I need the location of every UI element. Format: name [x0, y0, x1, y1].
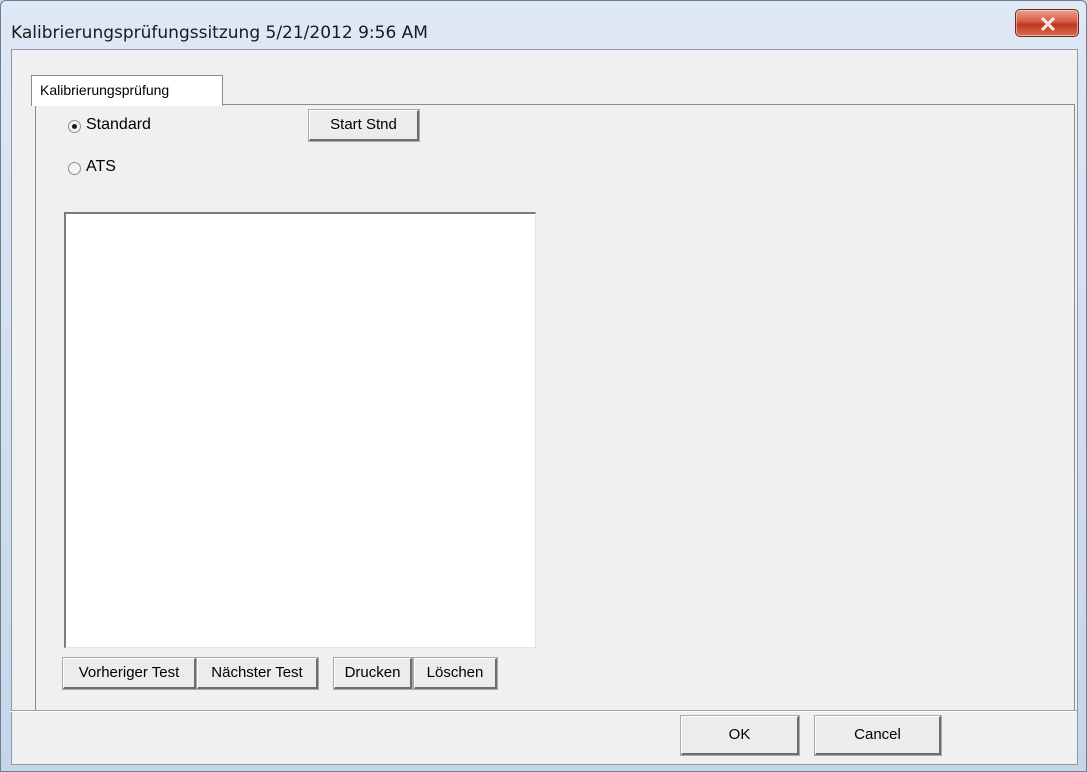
radio-ats[interactable]: [68, 162, 81, 175]
window-title: Kalibrierungsprüfungssitzung 5/21/2012 9…: [11, 23, 428, 43]
previous-test-button[interactable]: Vorheriger Test: [63, 658, 196, 689]
radio-selected-dot: [72, 124, 77, 129]
title-bar[interactable]: Kalibrierungsprüfungssitzung 5/21/2012 9…: [1, 1, 1086, 49]
results-listbox[interactable]: [64, 212, 536, 648]
cancel-button[interactable]: Cancel: [815, 716, 941, 755]
delete-button[interactable]: Löschen: [414, 658, 497, 689]
radio-standard-label[interactable]: Standard: [86, 116, 151, 134]
next-test-button[interactable]: Nächster Test: [197, 658, 318, 689]
tab-calibration-check[interactable]: Kalibrierungsprüfung: [31, 75, 223, 106]
ok-button[interactable]: OK: [681, 716, 799, 755]
close-button[interactable]: [1015, 9, 1079, 37]
dialog-separator: [10, 710, 1077, 712]
close-icon: [1041, 17, 1055, 31]
start-standard-button[interactable]: Start Stnd: [309, 110, 419, 141]
radio-standard[interactable]: [68, 120, 81, 133]
print-button[interactable]: Drucken: [334, 658, 412, 689]
radio-ats-label[interactable]: ATS: [86, 158, 116, 176]
